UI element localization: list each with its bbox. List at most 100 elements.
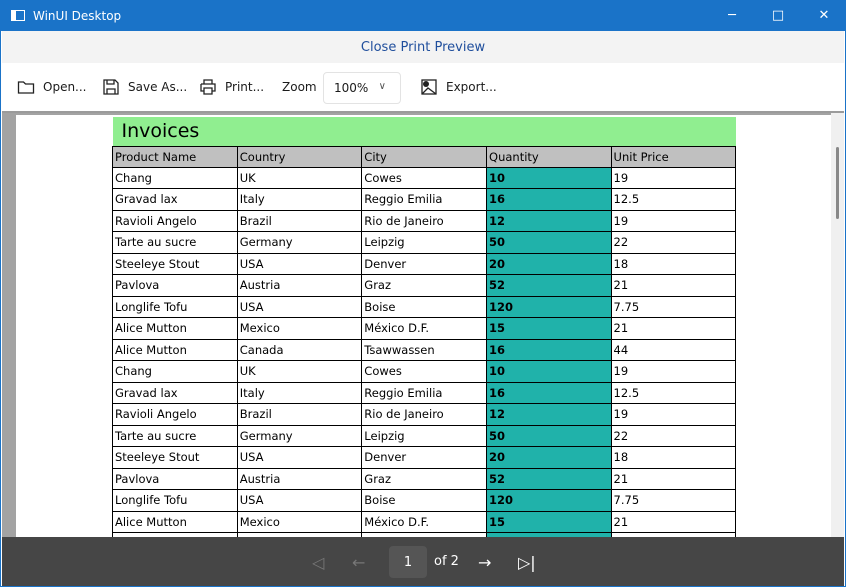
app-icon bbox=[11, 10, 25, 21]
table-row: Steeleye Stout USA Denver 20 18 bbox=[112, 252, 737, 275]
table-row: Chang UK Cowes 10 19 bbox=[112, 360, 737, 383]
maximize-button[interactable]: □ bbox=[755, 0, 801, 31]
table-cell: Tarte au sucre bbox=[112, 231, 238, 254]
table-cell: Cowes bbox=[361, 360, 488, 383]
printer-icon bbox=[200, 79, 216, 95]
table-row: Tarte au sucre Germany Leipzig 50 22 bbox=[112, 424, 737, 447]
table-cell: México D.F. bbox=[361, 317, 488, 340]
table-cell: USA bbox=[236, 295, 363, 318]
table-cell: 21 bbox=[610, 317, 737, 340]
table-cell: Mexico bbox=[236, 510, 363, 533]
first-page-icon[interactable]: ◁ bbox=[312, 549, 324, 575]
vertical-scrollbar[interactable] bbox=[831, 113, 844, 537]
zoom-value: 100% bbox=[334, 81, 369, 95]
table-cell: Alice Mutton bbox=[112, 510, 238, 533]
table-cell: 12 bbox=[486, 209, 612, 232]
table-cell: 18 bbox=[610, 446, 737, 469]
previous-page-icon[interactable]: ← bbox=[352, 549, 365, 575]
table-cell: 12 bbox=[486, 403, 612, 426]
export-label: Export... bbox=[446, 80, 497, 94]
table-cell: 12.5 bbox=[610, 381, 737, 404]
table-cell: Boise bbox=[361, 295, 488, 318]
table-cell: 15 bbox=[486, 317, 612, 340]
table-cell: Leipzig bbox=[361, 231, 488, 254]
page-number-input[interactable]: 1 bbox=[389, 546, 427, 578]
table-cell: Brazil bbox=[236, 403, 363, 426]
table-cell: UK bbox=[236, 166, 363, 189]
folder-icon bbox=[17, 81, 35, 94]
table-cell: Steeleye Stout bbox=[112, 446, 238, 469]
close-print-preview-label: Close Print Preview bbox=[360, 39, 486, 55]
next-page-icon[interactable]: → bbox=[478, 549, 491, 575]
table-cell: 50 bbox=[486, 424, 612, 447]
table-cell: Austria bbox=[236, 467, 363, 490]
table-cell: 7.75 bbox=[610, 489, 737, 512]
table-cell: 16 bbox=[486, 338, 612, 361]
chevron-down-icon: ∨ bbox=[378, 81, 386, 92]
export-button[interactable]: Export... bbox=[420, 63, 497, 111]
table-cell: Gravad lax bbox=[112, 188, 238, 211]
table-cell: Graz bbox=[361, 467, 488, 490]
pager-bar: ◁ ← 1 of 2 → ▷| bbox=[2, 537, 844, 586]
table-cell: Leipzig bbox=[361, 424, 488, 447]
table-row: Pavlova Austria Graz 52 21 bbox=[112, 467, 737, 490]
table-cell: 10 bbox=[486, 360, 612, 383]
last-page-icon[interactable]: ▷| bbox=[518, 549, 536, 575]
table-cell: 7.75 bbox=[610, 295, 737, 318]
table-cell: USA bbox=[236, 489, 363, 512]
table-cell: Alice Mutton bbox=[112, 317, 238, 340]
table-cell: Tsawwassen bbox=[361, 338, 488, 361]
table-cell: Austria bbox=[236, 274, 363, 297]
preview-area: Invoices Product Name Country City Quantity… bbox=[2, 111, 844, 539]
table-cell: Rio de Janeiro bbox=[361, 403, 488, 426]
table-row: Longlife Tofu USA Boise 120 7.75 bbox=[112, 489, 737, 512]
table-cell: 22 bbox=[610, 231, 737, 254]
table-row: Pavlova Austria Graz 52 21 bbox=[112, 274, 737, 297]
zoom-label: Zoom bbox=[282, 80, 317, 94]
table-cell: 50 bbox=[486, 231, 612, 254]
table-cell: Longlife Tofu bbox=[112, 295, 238, 318]
close-print-preview-button[interactable]: Close Print Preview bbox=[2, 31, 844, 63]
table-cell: Denver bbox=[361, 252, 488, 275]
current-page: 1 bbox=[403, 554, 413, 570]
table-row: Chang UK Cowes 10 19 bbox=[112, 166, 737, 189]
column-header: Unit Price bbox=[610, 145, 737, 168]
save-icon bbox=[103, 79, 119, 95]
save-as-button[interactable]: Save As... bbox=[102, 63, 187, 111]
table-cell: 16 bbox=[486, 188, 612, 211]
print-label: Print... bbox=[225, 80, 265, 94]
table-cell: 20 bbox=[486, 252, 612, 275]
table-cell: 19 bbox=[610, 209, 737, 232]
table-row: Steeleye Stout USA Denver 20 18 bbox=[112, 446, 737, 469]
open-label: Open... bbox=[43, 80, 87, 94]
zoom-dropdown[interactable]: 100% ∨ bbox=[323, 72, 401, 104]
table-cell: 16 bbox=[486, 381, 612, 404]
table-cell: USA bbox=[236, 252, 363, 275]
table-cell: 19 bbox=[610, 166, 737, 189]
table-cell: Mexico bbox=[236, 317, 363, 340]
table-cell: Gravad lax bbox=[112, 381, 238, 404]
table-cell: 15 bbox=[486, 510, 612, 533]
open-button[interactable]: Open... bbox=[17, 63, 87, 111]
table-cell: 12.5 bbox=[610, 188, 737, 211]
scrollbar-thumb[interactable] bbox=[836, 147, 839, 219]
app-window: WinUI Desktop ─ □ ✕ Close Print Preview … bbox=[0, 0, 846, 587]
close-button[interactable]: ✕ bbox=[801, 0, 846, 31]
table-cell: Graz bbox=[361, 274, 488, 297]
table-cell: Ravioli Angelo bbox=[112, 403, 238, 426]
table-cell: 19 bbox=[610, 360, 737, 383]
table-cell: 21 bbox=[610, 467, 737, 490]
minimize-button[interactable]: ─ bbox=[709, 0, 755, 31]
table-cell: Reggio Emilia bbox=[361, 188, 488, 211]
invoice-table: Invoices Product Name Country City Quantity… bbox=[112, 117, 737, 539]
table-cell: Tarte au sucre bbox=[112, 424, 238, 447]
report-page: Invoices Product Name Country City Quantity… bbox=[16, 115, 832, 539]
column-header: Country bbox=[236, 145, 363, 168]
table-row: Ravioli Angelo Brazil Rio de Janeiro 12 19 bbox=[112, 403, 737, 426]
table-cell: USA bbox=[236, 446, 363, 469]
column-header: City bbox=[361, 145, 488, 168]
print-button[interactable]: Print... bbox=[199, 63, 264, 111]
table-cell: Canada bbox=[236, 338, 363, 361]
table-cell: Rio de Janeiro bbox=[361, 209, 488, 232]
table-cell: 44 bbox=[610, 338, 737, 361]
